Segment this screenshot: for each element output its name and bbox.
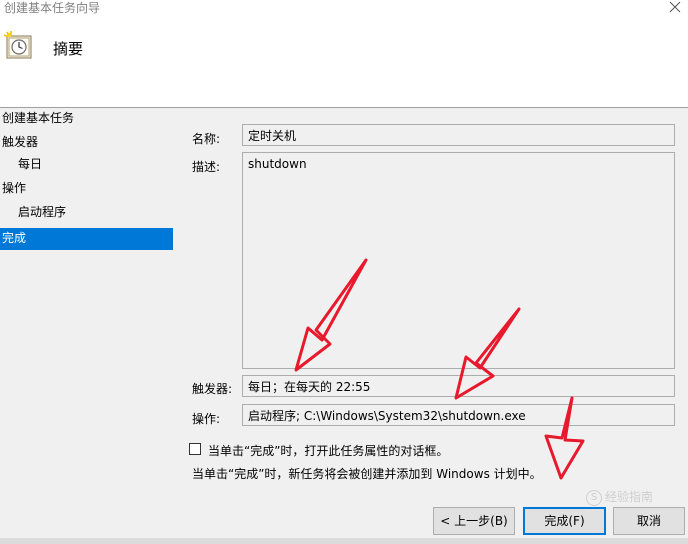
finish-note: 当单击“完成”时，新任务将会被创建并添加到 Windows 计划中。 — [192, 467, 542, 481]
action-field[interactable]: 启动程序; C:\Windows\System32\shutdown.exe — [242, 404, 675, 426]
watermark: S 经验指南 — [586, 488, 653, 506]
page-title: 摘要 — [53, 40, 84, 58]
name-field[interactable]: 定时关机 — [242, 124, 675, 146]
nav-step-start-program: 启动程序 — [18, 205, 67, 219]
action-label: 操作: — [192, 412, 221, 426]
finish-button[interactable]: 完成(F) — [523, 507, 606, 535]
trigger-field[interactable]: 每日；在每天的 22:55 — [242, 375, 675, 397]
name-label: 名称: — [192, 132, 221, 146]
nav-step-daily: 每日 — [18, 157, 43, 171]
open-properties-label[interactable]: 当单击“完成”时，打开此任务属性的对话框。 — [208, 442, 448, 459]
wizard-body: 创建基本任务 触发器 每日 操作 启动程序 完成 名称: 定时关机 描述: sh… — [0, 108, 688, 544]
clock-task-icon — [3, 31, 32, 59]
back-button[interactable]: < 上一步(B) — [433, 507, 515, 535]
open-properties-checkbox[interactable] — [189, 443, 201, 455]
cancel-button[interactable]: 取消 — [613, 507, 685, 535]
description-label: 描述: — [192, 160, 221, 174]
wizard-header: 摘要 — [0, 18, 688, 108]
nav-step-trigger: 触发器 — [2, 135, 39, 149]
watermark-logo: S — [586, 489, 602, 506]
trigger-label: 触发器: — [192, 382, 233, 396]
title-bar: 创建基本任务向导 — [0, 0, 688, 18]
watermark-text: 经验指南 — [605, 490, 654, 504]
bottom-edge — [0, 538, 688, 544]
nav-step-finish: 完成 — [0, 228, 173, 250]
close-icon[interactable] — [668, 0, 682, 14]
nav-step-action: 操作 — [2, 181, 27, 195]
window-title: 创建基本任务向导 — [4, 1, 101, 15]
description-field[interactable]: shutdown — [242, 152, 675, 369]
nav-step-create-basic-task: 创建基本任务 — [2, 111, 75, 125]
